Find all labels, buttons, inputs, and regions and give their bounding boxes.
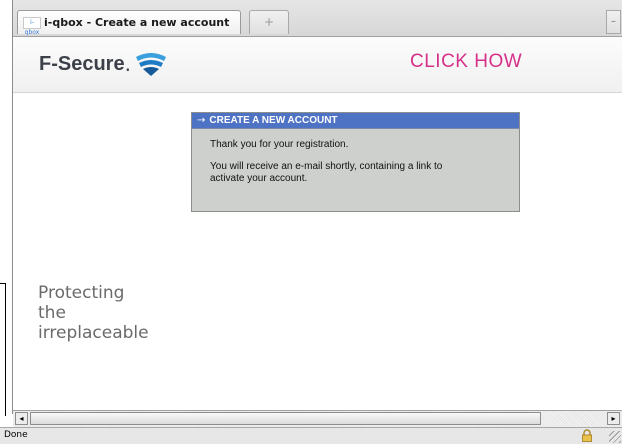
frame-bracket bbox=[0, 283, 6, 416]
logo-dot: . bbox=[124, 52, 131, 76]
scroll-thumb[interactable] bbox=[30, 412, 541, 425]
lock-icon[interactable] bbox=[581, 429, 593, 442]
page-header: F-Secure. CLICK HOW bbox=[13, 37, 622, 93]
tagline-line-2: the bbox=[38, 303, 66, 323]
tagline-line-1: Protecting bbox=[38, 283, 125, 303]
logo-text: F-Secure bbox=[39, 52, 125, 75]
tab-title: i-qbox - Create a new account bbox=[44, 16, 230, 29]
activate-text: activate your account. bbox=[210, 173, 308, 184]
horizontal-scrollbar[interactable]: ◂ ▸ bbox=[13, 410, 622, 427]
create-account-panel: → CREATE A NEW ACCOUNT Thank you for you… bbox=[191, 112, 520, 212]
panel-title: CREATE A NEW ACCOUNT bbox=[209, 115, 338, 126]
status-bar: Done bbox=[0, 427, 622, 444]
thank-you-text: Thank you for your registration. bbox=[210, 139, 349, 150]
tab-bar: i-qbox i-qbox - Create a new account + – bbox=[13, 0, 622, 37]
new-tab-button[interactable]: + bbox=[249, 10, 289, 34]
status-text: Done bbox=[4, 430, 28, 440]
resize-grip-icon[interactable] bbox=[609, 431, 621, 443]
f-secure-logo[interactable]: F-Secure. bbox=[39, 51, 168, 77]
panel-header: → CREATE A NEW ACCOUNT bbox=[192, 113, 519, 129]
panel-body: Thank you for your registration. You wil… bbox=[192, 129, 519, 185]
scroll-right-button[interactable]: ▸ bbox=[607, 412, 620, 425]
tab-list-button[interactable]: – bbox=[606, 10, 621, 34]
favicon-icon: i-qbox bbox=[23, 16, 41, 36]
arrow-right-icon: → bbox=[197, 115, 206, 126]
email-notice-text: You will receive an e-mail shortly, cont… bbox=[210, 161, 443, 172]
tagline: Protecting the irreplaceable bbox=[38, 283, 149, 343]
f-secure-wave-icon bbox=[135, 53, 166, 76]
tagline-line-3: irreplaceable bbox=[38, 323, 149, 343]
scroll-left-button[interactable]: ◂ bbox=[15, 412, 28, 425]
tab-i-qbox[interactable]: i-qbox i-qbox - Create a new account bbox=[17, 10, 241, 36]
click-how-link[interactable]: CLICK HOW bbox=[410, 51, 522, 73]
